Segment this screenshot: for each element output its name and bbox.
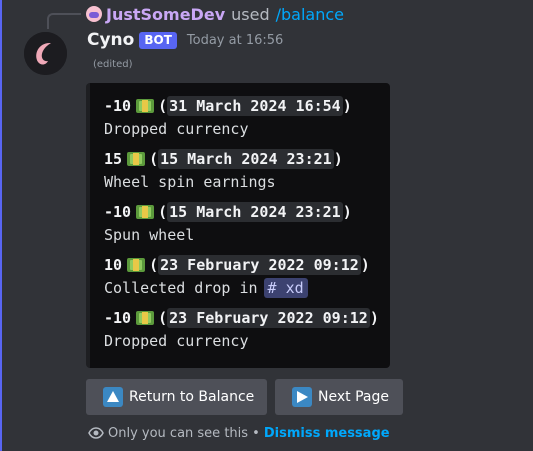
transaction-amount: 15 (104, 150, 123, 168)
reply-command[interactable]: /balance (276, 5, 344, 24)
edited-label: (edited) (93, 59, 133, 70)
bot-avatar[interactable] (24, 32, 67, 75)
transaction-amount: -10 (104, 203, 132, 221)
dismiss-message-link[interactable]: Dismiss message (264, 426, 390, 441)
dollar-banknote-icon (127, 152, 146, 166)
user-mini-avatar[interactable] (86, 6, 102, 22)
transaction-date: 15 March 2024 23:21 (158, 149, 334, 169)
dollar-banknote-icon (136, 311, 155, 325)
transaction-date: 23 February 2022 09:12 (167, 308, 370, 328)
eye-icon (88, 427, 104, 439)
transaction-description: Collected drop in (104, 279, 258, 297)
message-timestamp[interactable]: Today at 16:56 (187, 33, 283, 48)
transaction-amount: 10 (104, 256, 123, 274)
transaction-amount: -10 (104, 97, 132, 115)
list-item: -10 (31 March 2024 16:54) Dropped curren… (104, 96, 352, 138)
next-page-label: Next Page (318, 389, 389, 405)
list-item: -10 (15 March 2024 23:21) Spun wheel (104, 202, 352, 244)
visibility-notice: Only you can see this • (108, 425, 260, 441)
list-item: -10 (23 February 2022 09:12) Dropped cur… (104, 308, 379, 350)
dollar-banknote-icon (136, 205, 155, 219)
next-page-button[interactable]: Next Page (275, 379, 403, 415)
transaction-date: 23 February 2022 09:12 (158, 255, 361, 275)
transaction-codeblock: -10 (31 March 2024 16:54) Dropped curren… (86, 83, 390, 368)
reply-username[interactable]: JustSomeDev (106, 5, 225, 24)
ephemeral-footer: Only you can see this • Dismiss message (88, 425, 390, 441)
transaction-description: Dropped currency (104, 332, 249, 350)
list-item: 10 (23 February 2022 09:12) Collected dr… (104, 255, 370, 298)
dollar-banknote-icon (127, 258, 146, 272)
transaction-description: Spun wheel (104, 226, 195, 244)
transaction-description: Dropped currency (104, 120, 249, 138)
bot-username[interactable]: Cyno (87, 30, 134, 50)
dollar-banknote-icon (136, 99, 155, 113)
return-to-balance-button[interactable]: Return to Balance (86, 379, 267, 415)
reply-connector (47, 13, 81, 29)
up-arrow-icon (103, 387, 123, 407)
play-icon (292, 387, 312, 407)
list-item: 15 (15 March 2024 23:21) Wheel spin earn… (104, 149, 343, 191)
command-reply-header: JustSomeDev used /balance (86, 4, 344, 24)
reply-used-text: used (231, 4, 270, 24)
bot-badge: BOT (139, 31, 177, 49)
transaction-date: 31 March 2024 16:54 (167, 96, 343, 116)
transaction-description: Wheel spin earnings (104, 173, 276, 191)
highlight-bar (0, 0, 2, 451)
transaction-date: 15 March 2024 23:21 (167, 202, 343, 222)
message-header: Cyno BOT Today at 16:56 (87, 29, 283, 51)
channel-mention[interactable]: # xd (263, 278, 308, 298)
return-to-balance-label: Return to Balance (129, 389, 255, 405)
transaction-amount: -10 (104, 309, 132, 327)
